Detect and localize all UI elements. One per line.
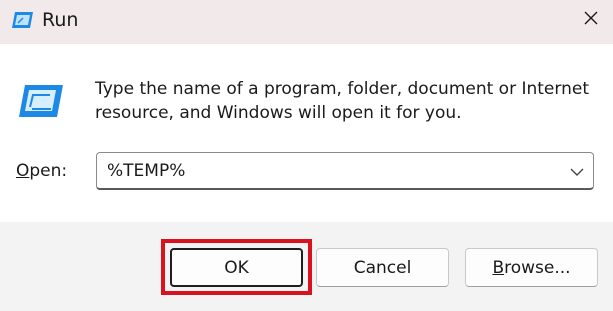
instruction-text: Type the name of a program, folder, docu… xyxy=(95,79,589,123)
title-bar[interactable]: Run xyxy=(0,0,613,44)
run-app-icon xyxy=(17,84,65,118)
open-dropdown-button[interactable] xyxy=(567,162,587,180)
open-label-text: pen: xyxy=(29,161,68,181)
open-combobox[interactable] xyxy=(96,152,594,190)
window-title: Run xyxy=(42,9,79,31)
open-input[interactable] xyxy=(107,159,557,183)
open-label: Open: xyxy=(16,160,67,182)
ok-button-label: OK xyxy=(224,257,249,278)
browse-button-accelerator: B xyxy=(492,257,505,278)
open-label-accelerator: O xyxy=(16,161,30,181)
run-dialog: Run Type the name of a program, folder, … xyxy=(0,0,613,311)
ok-button[interactable]: OK xyxy=(170,248,303,287)
close-icon xyxy=(583,10,599,30)
chevron-down-icon xyxy=(570,162,584,181)
dialog-content: Type the name of a program, folder, docu… xyxy=(0,44,613,222)
cancel-button[interactable]: Cancel xyxy=(316,248,449,287)
browse-button[interactable]: Browse... xyxy=(465,248,598,287)
run-app-icon xyxy=(11,11,35,29)
cancel-button-label: Cancel xyxy=(353,257,412,278)
close-button[interactable] xyxy=(568,0,613,40)
browse-button-label: rowse... xyxy=(504,257,571,278)
